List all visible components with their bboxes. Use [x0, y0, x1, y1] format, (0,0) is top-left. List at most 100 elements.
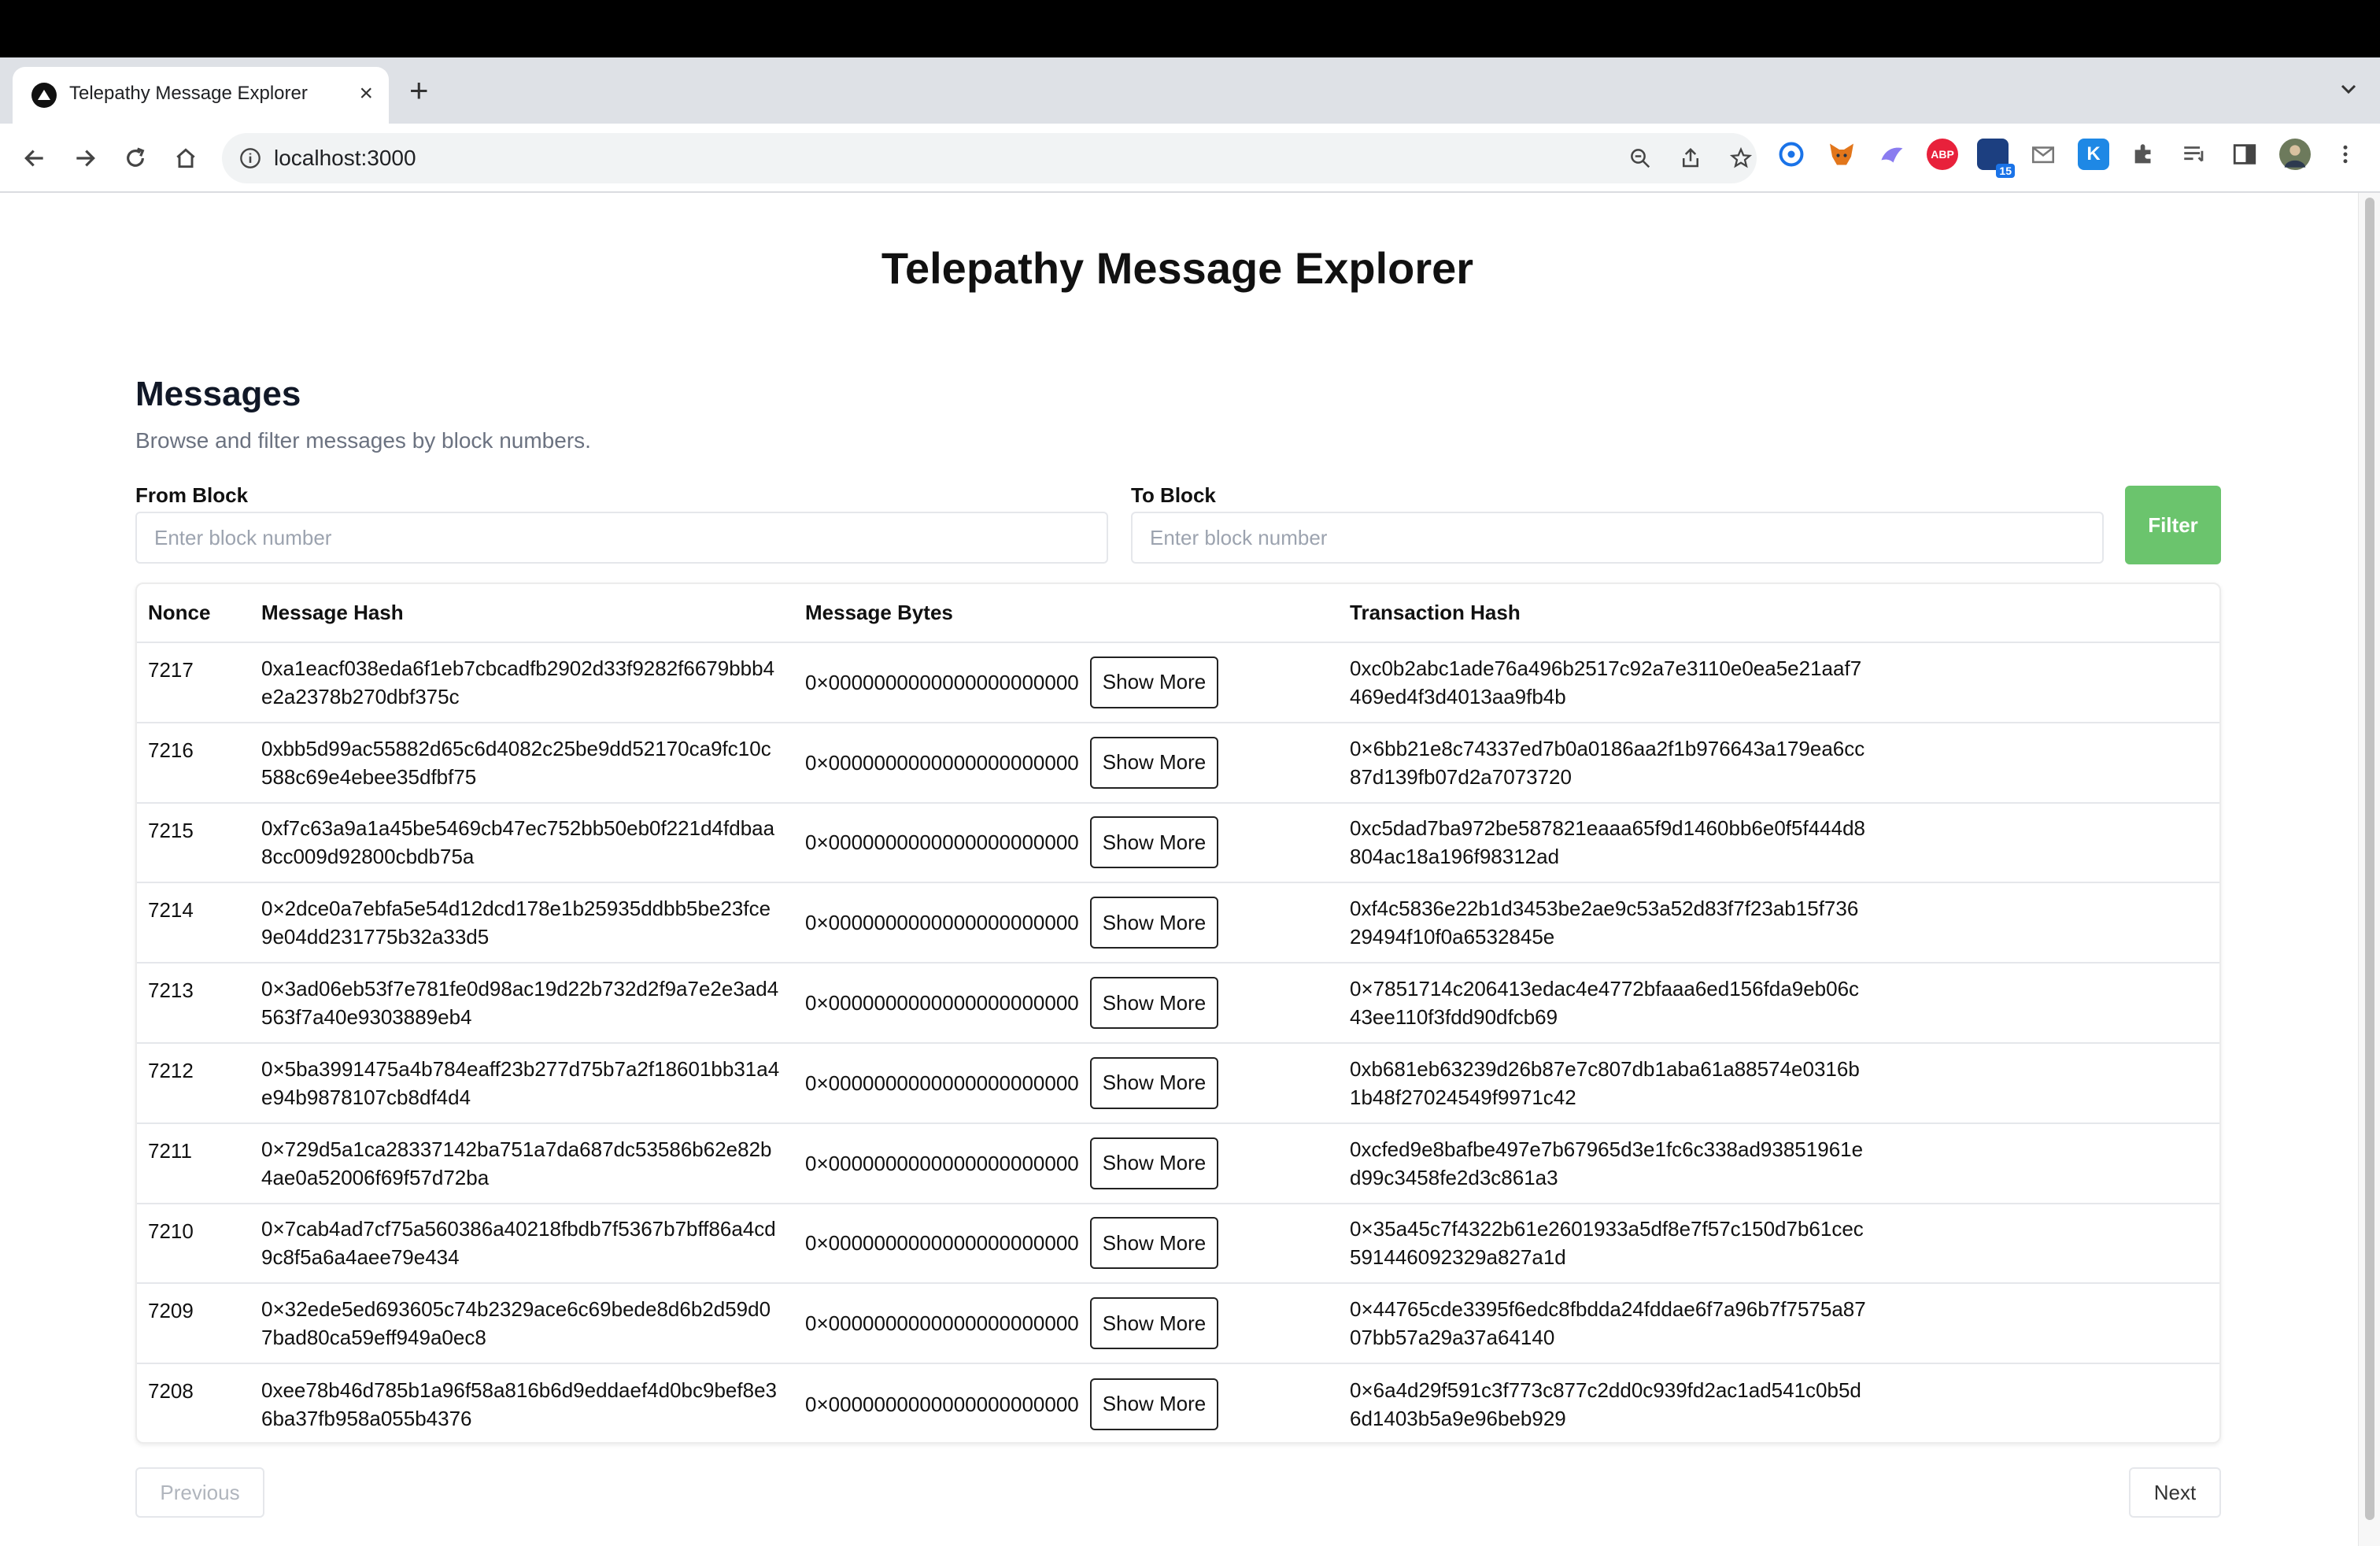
show-more-button[interactable]: Show More: [1089, 736, 1219, 789]
nonce-cell: 7213: [137, 963, 250, 1044]
metamask-fox-icon[interactable]: [1826, 139, 1857, 170]
transaction-hash-cell: 0xcfed9e8bafbe497e7b67965d3e1fc6c338ad93…: [1350, 1137, 1864, 1189]
header-message-hash: Message Hash: [250, 584, 794, 643]
header-message-bytes: Message Bytes: [794, 584, 1339, 643]
close-tab-icon[interactable]: ×: [359, 80, 373, 108]
table-row: 7212 0×5ba3991475a4b784eaff23b277d75b7a2…: [137, 1042, 2219, 1124]
scrollbar-thumb[interactable]: [2365, 198, 2374, 1520]
show-more-button[interactable]: Show More: [1089, 816, 1219, 869]
section-subtitle: Browse and filter messages by block numb…: [135, 428, 591, 453]
message-bytes-cell: 0×0000000000000000000000: [805, 991, 1079, 1015]
to-block-input[interactable]: [1131, 512, 2104, 564]
share-icon[interactable]: [1676, 144, 1705, 172]
transaction-hash-cell: 0xf4c5836e22b1d3453be2ae9c53a52d83f7f23a…: [1350, 897, 1859, 949]
reading-list-icon[interactable]: [2179, 139, 2210, 170]
table-row: 7211 0×729d5a1ca28337142ba751a7da687dc53…: [137, 1123, 2219, 1204]
zoom-icon[interactable]: [1626, 144, 1654, 172]
message-hash-cell: 0xbb5d99ac55882d65c6d4082c25be9dd52170ca…: [261, 736, 771, 789]
adblock-icon[interactable]: ABP: [1927, 139, 1958, 170]
message-hash-cell: 0xa1eacf038eda6f1eb7cbcadfb2902d33f9282f…: [261, 656, 775, 708]
nonce-cell: 7212: [137, 1042, 250, 1124]
notification-extension-icon[interactable]: 15: [1977, 139, 2015, 178]
nonce-cell: 7217: [137, 642, 250, 723]
new-tab-button[interactable]: +: [409, 74, 429, 107]
show-more-button[interactable]: Show More: [1089, 1137, 1219, 1189]
bird-extension-icon[interactable]: [1876, 139, 1908, 170]
profile-avatar[interactable]: [2279, 139, 2311, 170]
transaction-hash-cell: 0xb681eb63239d26b87e7c807db1aba61a88574e…: [1350, 1056, 1860, 1109]
message-hash-cell: 0×7cab4ad7cf75a560386a40218fbdb7f5367b7b…: [261, 1217, 776, 1270]
section-title: Messages: [135, 375, 301, 413]
browser-tab[interactable]: Telepathy Message Explorer ×: [13, 67, 389, 124]
nonce-cell: 7209: [137, 1283, 250, 1365]
transaction-hash-cell: 0xc0b2abc1ade76a496b2517c92a7e3110e0ea5e…: [1350, 656, 1862, 708]
header-nonce: Nonce: [137, 584, 250, 643]
message-bytes-cell: 0×0000000000000000000000: [805, 1151, 1079, 1175]
info-icon[interactable]: [239, 147, 261, 169]
from-block-label: From Block: [135, 483, 249, 507]
home-icon[interactable]: [168, 141, 203, 176]
side-panel-icon[interactable]: [2229, 139, 2260, 170]
message-hash-cell: 0×3ad06eb53f7e781fe0d98ac19d22b732d2f9a7…: [261, 977, 779, 1030]
show-more-button[interactable]: Show More: [1089, 1297, 1219, 1350]
message-bytes-cell: 0×0000000000000000000000: [805, 830, 1079, 855]
message-bytes-cell: 0×0000000000000000000000: [805, 1071, 1079, 1095]
table-row: 7214 0×2dce0a7ebfa5e54d12dcd178e1b25935d…: [137, 882, 2219, 964]
transaction-hash-cell: 0×35a45c7f4322b61e2601933a5df8e7f57c150d…: [1350, 1217, 1864, 1270]
tab-title: Telepathy Message Explorer: [69, 83, 308, 104]
table-row: 7210 0×7cab4ad7cf75a560386a40218fbdb7f53…: [137, 1203, 2219, 1285]
header-transaction-hash: Transaction Hash: [1339, 584, 2219, 643]
transaction-hash-cell: 0×44765cde3395f6edc8fbdda24fddae6f7a96b7…: [1350, 1297, 1866, 1350]
nonce-cell: 7215: [137, 802, 250, 884]
back-icon[interactable]: [17, 141, 52, 176]
show-more-button[interactable]: Show More: [1089, 1217, 1219, 1270]
show-more-button[interactable]: Show More: [1089, 977, 1219, 1030]
to-block-label: To Block: [1131, 483, 1216, 507]
filter-button[interactable]: Filter: [2125, 486, 2221, 564]
password-manager-icon[interactable]: [1776, 139, 1807, 170]
show-more-button[interactable]: Show More: [1089, 1056, 1219, 1109]
message-bytes-cell: 0×0000000000000000000000: [805, 670, 1079, 694]
messages-table: Nonce Message Hash Message Bytes Transac…: [135, 583, 2221, 1444]
table-header-row: Nonce Message Hash Message Bytes Transac…: [137, 584, 2219, 643]
table-row: 7217 0xa1eacf038eda6f1eb7cbcadfb2902d33f…: [137, 642, 2219, 723]
extensions-puzzle-icon[interactable]: [2128, 139, 2160, 170]
k-extension-icon[interactable]: K: [2078, 139, 2109, 170]
bookmark-star-icon[interactable]: [1727, 144, 1755, 172]
nonce-cell: 7208: [148, 1379, 194, 1404]
mail-icon[interactable]: [2027, 139, 2059, 170]
message-hash-cell: 0xf7c63a9a1a45be5469cb47ec752bb50eb0f221…: [261, 816, 775, 869]
adblock-label: ABP: [1931, 148, 1954, 161]
message-bytes-cell: 0×0000000000000000000000: [805, 1231, 1079, 1256]
transaction-hash-cell: 0xc5dad7ba972be587821eaaa65f9d1460bb6e0f…: [1350, 816, 1865, 869]
nonce-cell: 7210: [137, 1203, 250, 1285]
previous-button[interactable]: Previous: [135, 1467, 264, 1518]
chevron-down-icon[interactable]: [2339, 80, 2358, 98]
page-scrollbar[interactable]: [2358, 193, 2380, 1546]
show-more-button[interactable]: Show More: [1089, 656, 1219, 708]
from-block-input[interactable]: [135, 512, 1108, 564]
reload-icon[interactable]: [118, 141, 153, 176]
show-more-button[interactable]: Show More: [1089, 1378, 1219, 1430]
table-row: 7209 0×32ede5ed693605c74b2329ace6c69bede…: [137, 1283, 2219, 1365]
message-bytes-cell: 0×0000000000000000000000: [805, 1311, 1079, 1336]
message-hash-cell: 0×5ba3991475a4b784eaff23b277d75b7a2f1860…: [261, 1056, 780, 1109]
nonce-cell: 7216: [137, 722, 250, 804]
browser-menu-icon[interactable]: [2330, 139, 2361, 170]
browser-toolbar: localhost:3000: [0, 124, 2380, 193]
transaction-hash-cell: 0×7851714c206413edac4e4772bfaaa6ed156fda…: [1350, 977, 1860, 1030]
nonce-cell: 7214: [137, 882, 250, 964]
next-button[interactable]: Next: [2129, 1467, 2221, 1518]
message-hash-cell: 0×2dce0a7ebfa5e54d12dcd178e1b25935ddbb5b…: [261, 897, 771, 949]
page-title: Telepathy Message Explorer: [881, 243, 1474, 293]
message-hash-cell: 0xee78b46d785b1a96f58a816b6d9eddaef4d0bc…: [261, 1378, 777, 1430]
url-text[interactable]: localhost:3000: [274, 146, 416, 171]
message-bytes-cell: 0×0000000000000000000000: [805, 750, 1079, 775]
notification-badge: 15: [1996, 164, 2015, 178]
transaction-hash-cell: 0×6bb21e8c74337ed7b0a0186aa2f1b976643a17…: [1350, 736, 1865, 789]
show-more-button[interactable]: Show More: [1089, 897, 1219, 949]
table-row: 7215 0xf7c63a9a1a45be5469cb47ec752bb50eb…: [137, 802, 2219, 884]
forward-icon[interactable]: [68, 141, 102, 176]
address-bar[interactable]: localhost:3000: [222, 133, 1757, 183]
menu-bar: [0, 0, 2380, 57]
